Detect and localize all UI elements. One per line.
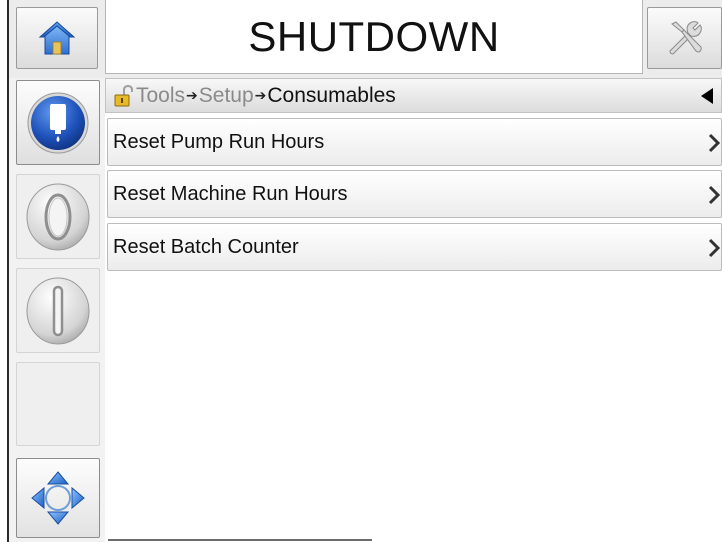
sidebar-item-empty (16, 362, 100, 446)
chevron-right-icon (708, 238, 721, 258)
screen: SHUTDOWN Tools ➔ Setup ➔ Consumables Res… (0, 0, 722, 542)
breadcrumb-separator: ➔ (186, 87, 198, 103)
page-title: SHUTDOWN (105, 0, 643, 74)
breadcrumb-current: Consumables (267, 83, 396, 107)
breadcrumb-setup[interactable]: Setup (199, 84, 254, 108)
sidebar-item-jet-start[interactable] (16, 268, 100, 353)
sidebar-item-ink[interactable] (16, 80, 100, 165)
menu-item-label: Reset Batch Counter (113, 235, 299, 258)
ink-cartridge-icon (27, 92, 89, 153)
home-button[interactable] (16, 7, 98, 69)
menu-item-reset-pump-run-hours[interactable]: Reset Pump Run Hours (107, 118, 722, 166)
breadcrumb: Tools ➔ Setup ➔ Consumables (105, 78, 722, 113)
navigation-button[interactable] (16, 458, 100, 538)
tools-button[interactable] (647, 7, 722, 69)
menu-item-label: Reset Machine Run Hours (113, 182, 348, 205)
navigation-arrows-icon (31, 471, 85, 525)
chevron-right-icon (708, 133, 721, 153)
chevron-right-icon (708, 185, 721, 205)
bottom-divider (108, 539, 372, 541)
tools-icon (668, 21, 702, 55)
menu-item-reset-batch-counter[interactable]: Reset Batch Counter (107, 223, 722, 271)
sidebar (9, 78, 105, 542)
breadcrumb-separator: ➔ (254, 87, 267, 103)
home-icon (38, 21, 76, 55)
sidebar-item-jet-stop[interactable] (16, 174, 100, 259)
jet-start-icon (26, 277, 90, 344)
back-arrow-icon[interactable] (701, 88, 713, 104)
menu-item-reset-machine-run-hours[interactable]: Reset Machine Run Hours (107, 170, 722, 218)
breadcrumb-tools[interactable]: Tools (136, 84, 185, 108)
jet-stop-icon (26, 183, 90, 250)
menu-item-label: Reset Pump Run Hours (113, 130, 325, 153)
padlock-icon (114, 84, 133, 106)
